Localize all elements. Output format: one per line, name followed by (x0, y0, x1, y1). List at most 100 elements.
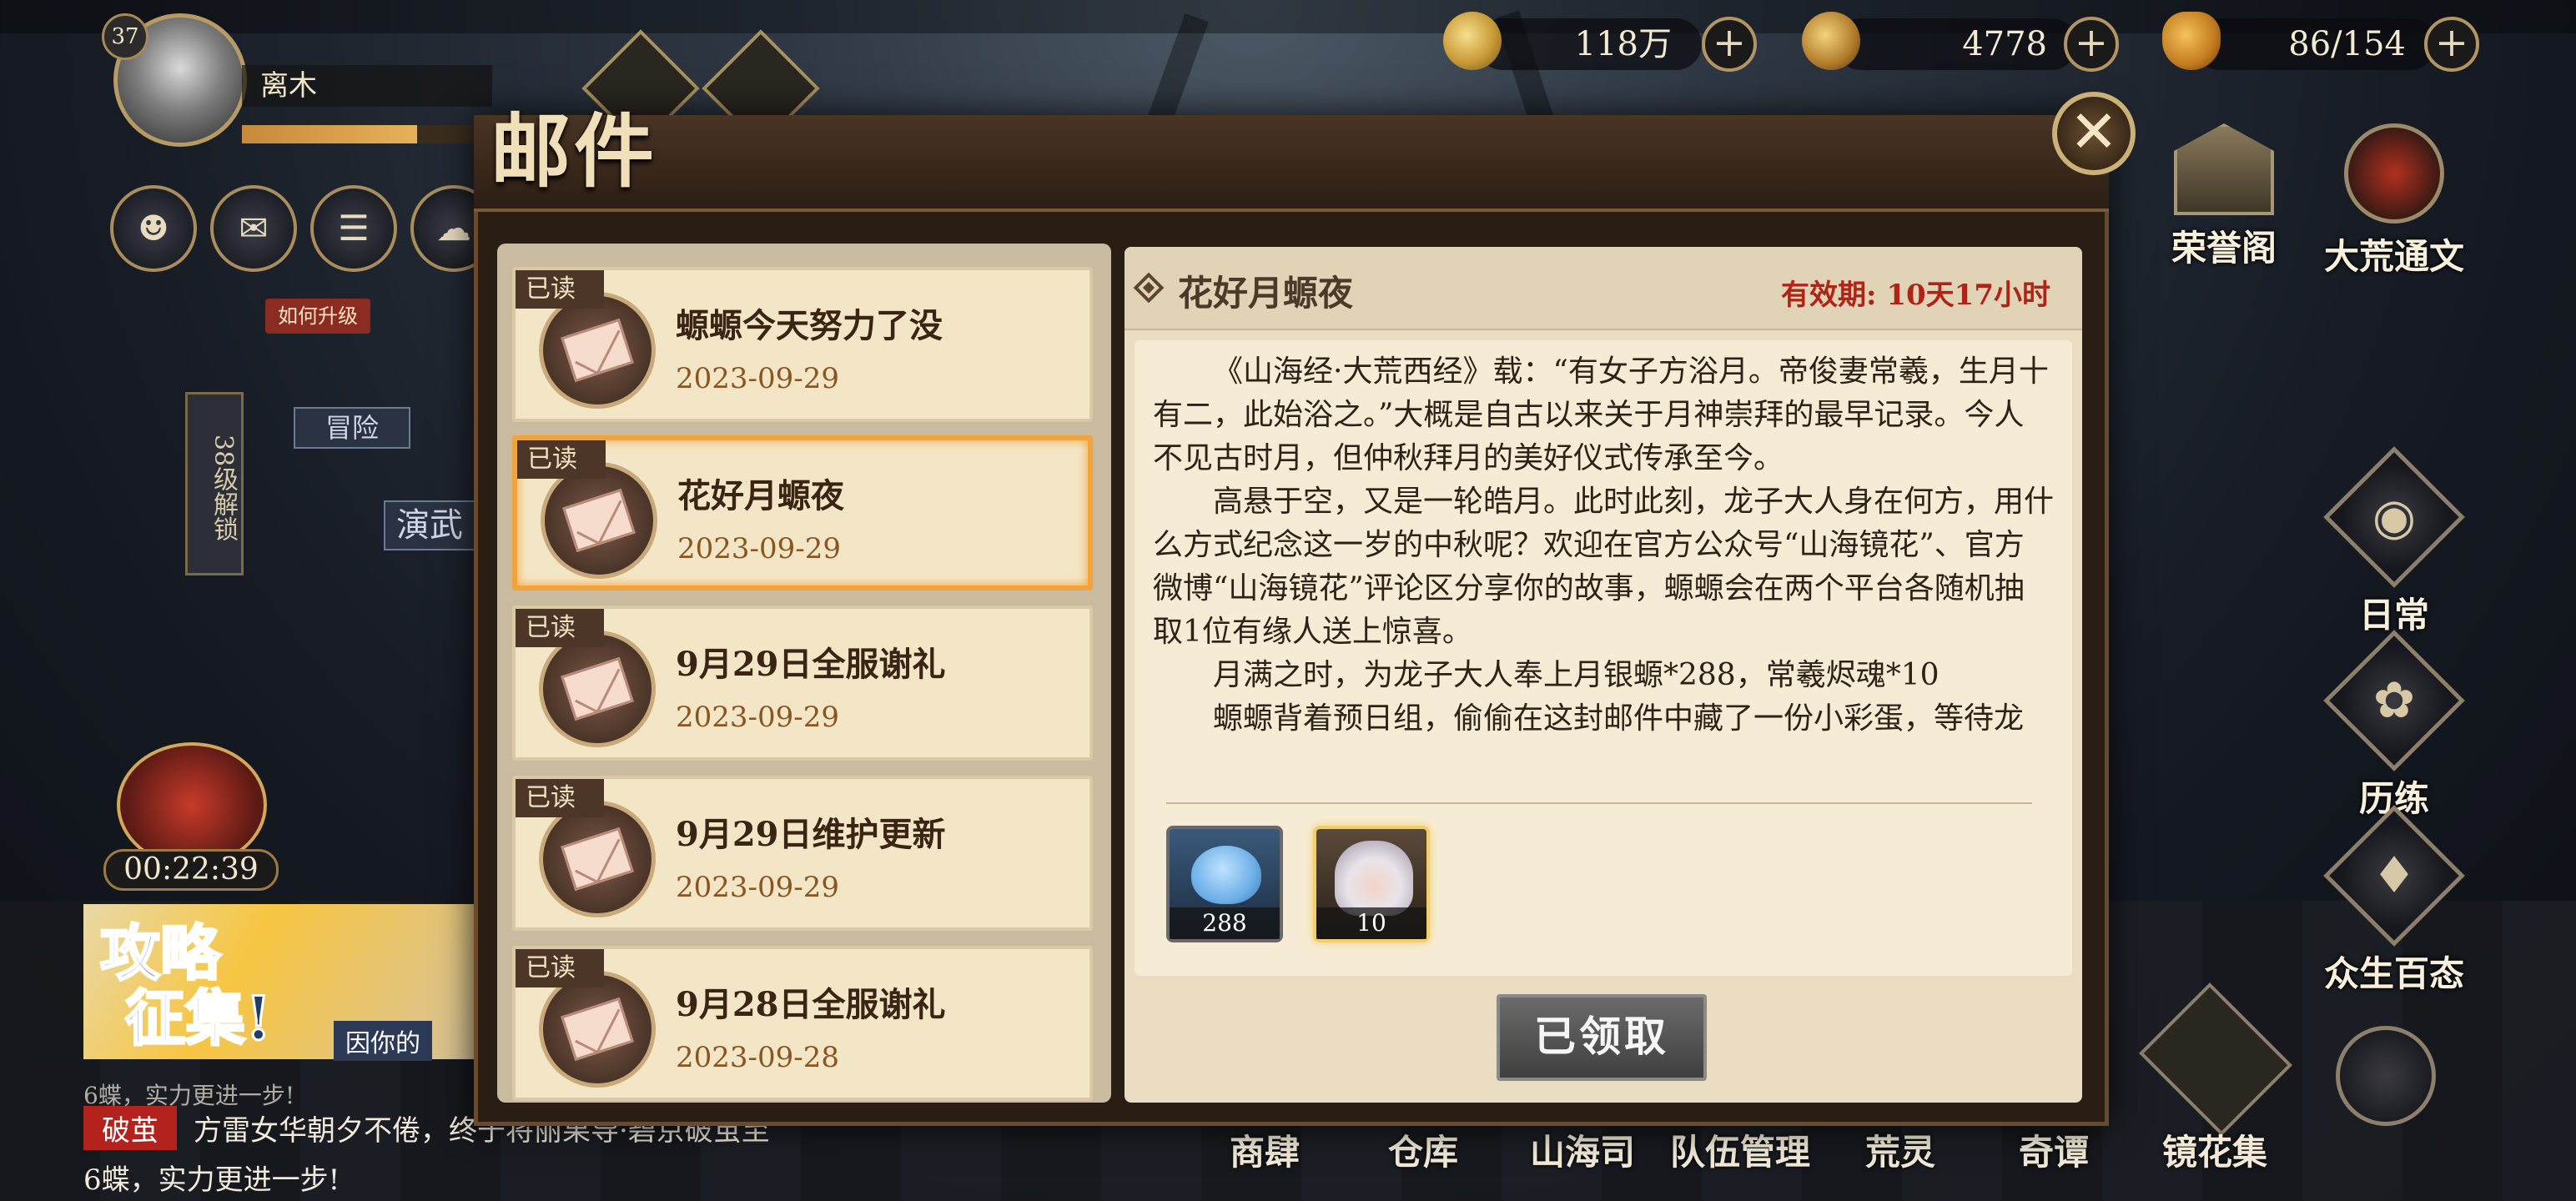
side-all-beings[interactable]: ♦ 众生百态 (2294, 805, 2494, 997)
mail-modal-header (474, 115, 2109, 212)
nav-tales[interactable]: 奇谭 (2019, 1124, 2089, 1175)
friends-icon[interactable]: ☻ (110, 185, 197, 272)
banner-line1: 攻略 (99, 917, 222, 988)
player-name: 离木 (242, 65, 492, 107)
side-honor-hall-label: 荣誉阁 (2171, 228, 2277, 269)
training-icon: ✿ (2372, 671, 2416, 730)
mail-paragraph: 《山海经·大荒西经》载：“有女子方浴月。帝俊妻常羲，生月十有二，此始浴之。”大概… (1153, 354, 2049, 475)
rewards-divider (1166, 802, 2032, 804)
close-icon: ✕ (2069, 98, 2119, 166)
dahuang-emblem-icon (2344, 123, 2444, 224)
event-timer: 00:22:39 (103, 849, 279, 891)
read-badge: 已读 (516, 779, 604, 817)
stamina-value: 86/154 (2288, 25, 2406, 63)
mail-item[interactable]: 已读 螈螈今天努力了没 2023-09-29 (512, 267, 1093, 422)
mail-item[interactable]: 已读 9月28日全服谢礼 2023-09-28 (512, 946, 1093, 1101)
mail-list[interactable]: 已读 螈螈今天努力了没 2023-09-29 已读 花好月螈夜 2023-09-… (497, 244, 1111, 1103)
claimed-button[interactable]: 已领取 (1497, 994, 1707, 1081)
daily-eye-frame: ◉ (2323, 446, 2465, 588)
mail-item[interactable]: 已读 9月29日全服谢礼 2023-09-29 (512, 606, 1093, 761)
text-fade (1153, 734, 2054, 786)
banner-sub: 因你的 (334, 1021, 432, 1061)
validity-value: 10天17小时 (1886, 279, 2050, 312)
adventure-label[interactable]: 冒险 (294, 407, 410, 449)
changxi-portrait-icon (1335, 841, 1413, 916)
add-stamina-button[interactable]: + (2424, 17, 2479, 72)
daily-eye-icon: ◉ (2372, 488, 2417, 546)
envelope-icon (539, 292, 656, 409)
banner-line2: 征集! (124, 982, 274, 1053)
cards-frame: ♦ (2323, 805, 2465, 947)
jade-icon (1802, 12, 1860, 70)
reward-item[interactable]: 10 (1313, 826, 1430, 942)
how-to-upgrade-tag[interactable]: 如何升级 (265, 299, 370, 334)
add-coins-button[interactable]: + (1702, 17, 1757, 72)
training-frame: ✿ (2323, 630, 2465, 771)
side-dahuang-label: 大荒通文 (2323, 236, 2464, 277)
side-honor-hall[interactable]: 荣誉阁 (2141, 123, 2307, 271)
mail-item-title: 螈螈今天努力了没 (676, 306, 943, 345)
side-training[interactable]: ✿ 历练 (2319, 630, 2469, 822)
nav-warehouse[interactable]: 仓库 (1388, 1124, 1458, 1175)
ticker-line2: 6蝶，实力更进一步! (83, 1163, 340, 1197)
ticker-tag: 破茧 (83, 1106, 177, 1150)
mail-paragraph: 高悬于空，又是一轮皓月。此时此刻，龙子大人身在何方，用什么方式纪念这一岁的中秋呢… (1153, 485, 2054, 649)
mail-item-selected[interactable]: 已读 花好月螈夜 2023-09-29 (512, 435, 1093, 590)
side-daily[interactable]: ◉ 日常 (2319, 446, 2469, 638)
player-level: 37 (102, 13, 148, 60)
strategy-banner[interactable]: 攻略 征集! 因你的 (83, 904, 475, 1061)
coins-value: 118万 (1574, 25, 1672, 63)
close-button[interactable]: ✕ (2052, 92, 2136, 175)
cards-icon: ♦ (2372, 847, 2417, 905)
nav-shop[interactable]: 商肆 (1230, 1124, 1300, 1175)
blue-creature-icon (1191, 846, 1261, 904)
add-jade-button[interactable]: + (2064, 17, 2119, 72)
nav-spirits[interactable]: 荒灵 (1865, 1124, 1935, 1175)
currency-coins: 118万 (1477, 18, 1702, 70)
mail-title: 邮件 (491, 104, 657, 198)
reward-qty: 288 (1170, 907, 1280, 939)
side-all-beings-label: 众生百态 (2323, 953, 2464, 994)
mail-validity: 有效期: 10天17小时 (1781, 272, 2050, 313)
mail-content-title: 花好月螈夜 (1178, 273, 1354, 314)
nav-team[interactable]: 队伍管理 (1670, 1124, 1810, 1175)
mail-paragraph: 月满之时，为龙子大人奉上月银螈*288，常羲烬魂*10 (1213, 658, 1940, 692)
mail-body-text[interactable]: 《山海经·大荒西经》载：“有女子方浴月。帝俊妻常羲，生月十有二，此始浴之。”大概… (1153, 350, 2054, 784)
mail-item-date: 2023-09-29 (676, 362, 840, 395)
notes-icon[interactable]: ☰ (310, 185, 397, 272)
mail-item-date: 2023-09-29 (676, 871, 840, 904)
read-badge: 已读 (516, 949, 604, 987)
mail-item-title: 9月29日维护更新 (676, 815, 946, 854)
envelope-icon (539, 631, 656, 747)
coin-icon (1443, 12, 1502, 70)
player-xp-fill (242, 125, 417, 143)
mail-icon[interactable]: ✉ (210, 185, 297, 272)
validity-label: 有效期: (1780, 279, 1877, 312)
currency-jade: 4778 (1835, 18, 2077, 70)
honor-hall-icon (2174, 123, 2274, 215)
ticker-line0: 6蝶，实力更进一步! (83, 1082, 295, 1109)
nav-mirror-collection[interactable]: 镜花集 (2162, 1124, 2267, 1175)
mail-item-title: 花好月螈夜 (677, 476, 844, 515)
player-xp-bar (242, 125, 492, 143)
read-badge: 已读 (517, 440, 606, 479)
settings-emblem-icon[interactable] (2336, 1026, 2436, 1126)
envelope-icon (541, 462, 657, 579)
currency-stamina: 86/154 (2194, 18, 2436, 70)
jade-value: 4778 (1962, 25, 2047, 63)
mail-item-title: 9月29日全服谢礼 (676, 645, 946, 684)
side-dahuang[interactable]: 大荒通文 (2311, 123, 2478, 279)
nav-shanhaisi[interactable]: 山海司 (1530, 1124, 1635, 1175)
lock-banner: 38级解锁 (185, 392, 244, 575)
mail-item-title: 9月28日全服谢礼 (676, 985, 946, 1024)
stamina-gourd-icon (2162, 12, 2221, 70)
mail-item-date: 2023-09-28 (676, 1041, 840, 1074)
performance-label[interactable]: 演武 (384, 500, 475, 550)
reward-item[interactable]: 288 (1166, 826, 1283, 942)
envelope-icon (539, 801, 656, 917)
envelope-icon (539, 971, 656, 1088)
mail-item-date: 2023-09-29 (677, 532, 842, 565)
reward-qty: 10 (1316, 907, 1426, 939)
mail-item[interactable]: 已读 9月29日维护更新 2023-09-29 (512, 776, 1093, 931)
read-badge: 已读 (516, 270, 604, 309)
